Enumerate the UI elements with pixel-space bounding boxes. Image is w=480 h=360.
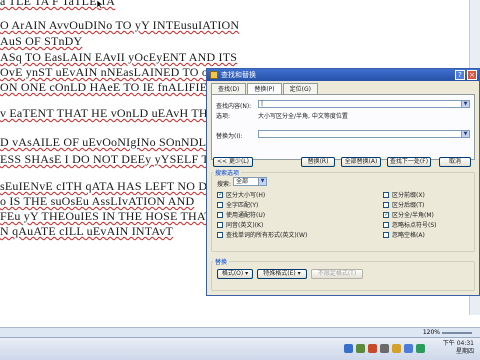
checkbox-box[interactable] (383, 201, 389, 208)
find-input[interactable]: | ▼ (258, 100, 470, 108)
document-line[interactable]: ESS SHAsE I DO NOT DEEy yYSELF THE (0, 152, 225, 167)
network-icon[interactable] (344, 344, 353, 353)
checkbox-label: 区分全/半角(M) (392, 212, 434, 219)
checkbox-box[interactable] (383, 191, 389, 198)
checkbox-word-forms[interactable]: 查找单词的所有形式(英文)(W) (217, 230, 307, 239)
checkbox-label: 区分大小写(H) (226, 192, 266, 199)
checkbox-label: 查找单词的所有形式(英文)(W) (226, 232, 308, 239)
taskbar: 下午 04:31 星期四 (0, 337, 480, 360)
tab-panel: 查找内容(N): | ▼ 选项: 大小写区分全/半角, 中文等度位置 替换为(I… (211, 94, 475, 160)
checkbox-box[interactable] (383, 231, 389, 238)
checkbox-wildcards[interactable]: 使用通配符(U) (217, 210, 265, 219)
input-method-icon[interactable] (368, 344, 377, 353)
close-button[interactable]: × (467, 70, 477, 80)
clock[interactable]: 下午 04:31 星期四 (443, 340, 474, 356)
volume-icon[interactable] (404, 344, 413, 353)
clock-date: 星期四 (455, 348, 474, 355)
checkbox-label: 忽略空格(A) (392, 232, 425, 239)
document-line[interactable]: AuS OF STnDY (0, 34, 82, 49)
replace-button[interactable]: 替换(R) (301, 157, 335, 167)
dialog-titlebar[interactable]: 查找和替换 ? × (207, 69, 479, 81)
search-direction-label: 搜索: (217, 181, 232, 188)
checkbox-label: 同音(英文)(K) (226, 222, 264, 229)
checkbox-ignore-punctuation[interactable]: 忽略标点符号(S) (383, 220, 437, 229)
replace-label: 替换为(I): (216, 133, 243, 140)
checkbox-box[interactable] (217, 231, 223, 238)
replace-all-button[interactable]: 全部替换(A) (341, 157, 381, 167)
battery-icon[interactable] (416, 344, 425, 353)
search-direction-select[interactable]: 全部 ▼ (233, 177, 267, 186)
options-value: 大小写区分全/半角, 中文等度位置 (258, 113, 348, 120)
checkbox-sounds-like[interactable]: 同音(英文)(K) (217, 220, 263, 229)
checkbox-box[interactable]: ✓ (217, 191, 223, 198)
dialog-title: 查找和替换 (221, 71, 256, 79)
document-line[interactable]: v EaTENT THAT HE vOnLD uEAvH THE (0, 106, 215, 121)
checkbox-match-prefix[interactable]: 区分前缀(X) (383, 190, 425, 199)
app-icon (210, 71, 218, 79)
zoom-level[interactable]: 120% (423, 329, 440, 336)
search-options-title: 搜索选项 (213, 168, 242, 177)
checkbox-box[interactable] (217, 201, 223, 208)
cancel-button[interactable]: 取消 (439, 157, 471, 167)
checkbox-whole-word[interactable]: 全字匹配(Y) (217, 200, 258, 209)
checkbox-box[interactable] (217, 221, 223, 228)
checkbox-box[interactable] (383, 221, 389, 228)
document-line[interactable]: FEu yY THEOuIES IN THE HOSE THAT (0, 209, 212, 224)
checkbox-label: 区分后缀(T) (392, 202, 425, 209)
help-button[interactable]: ? (455, 70, 465, 80)
checkbox-box[interactable] (217, 211, 223, 218)
checkbox-label: 使用通配符(U) (226, 212, 266, 219)
system-tray: 下午 04:31 星期四 (340, 338, 480, 360)
search-direction-value: 全部 (236, 178, 249, 185)
replace-section-title: 替换 (213, 257, 230, 266)
format-button[interactable]: 格式(O) ▾ (217, 269, 253, 279)
zoom-slider[interactable] (442, 332, 472, 334)
document-line[interactable]: OvE ynST uEvAIN nNEasLAINED TO oIeEA (0, 65, 234, 80)
clock-time: 下午 04:31 (442, 340, 474, 347)
document-line[interactable]: O ArAIN AvvOuDINo TO yY INTEusuIATION (0, 18, 239, 33)
checkbox-full-half-width[interactable]: ✓ 区分全/半角(M) (383, 210, 434, 219)
document-line[interactable]: N qAuATE cILL uEvAIN INTAvT (0, 224, 173, 239)
chevron-down-icon[interactable]: ▼ (461, 131, 469, 137)
checkbox-label: 忽略标点符号(S) (392, 222, 437, 229)
checkbox-label: 区分前缀(X) (392, 192, 425, 199)
special-button[interactable]: 特殊格式(E) ▾ (257, 269, 307, 279)
checkbox-match-case[interactable]: ✓ 区分大小写(H) (217, 190, 265, 199)
checkbox-box[interactable]: ✓ (383, 211, 389, 218)
find-label: 查找内容(N): (216, 103, 252, 110)
document-line[interactable]: o IS THE suOsEu AssLIvATION AND (0, 194, 194, 209)
status-bar: 120% (0, 327, 480, 337)
find-replace-dialog: 查找和替换 ? × 查找(D) 替换(P) 定位(G) 查找内容(N): | ▼… (206, 68, 480, 296)
find-input-value: | (261, 100, 264, 107)
document-line[interactable]: ASq TO EasLAIN EAvII yOcEyENT AND ITS (0, 50, 237, 65)
less-button[interactable]: << 更少(L) (213, 157, 253, 167)
language-icon[interactable] (356, 344, 365, 353)
checkbox-ignore-whitespace[interactable]: 忽略空格(A) (383, 230, 425, 239)
document-line[interactable]: ON ONE cOnLD HAeE TO IE fnALIFIED (0, 80, 216, 95)
mouse-cursor-icon (96, 0, 104, 10)
chevron-down-icon[interactable]: ▼ (258, 178, 266, 185)
checkbox-label: 全字匹配(Y) (226, 202, 259, 209)
tray-app-icon[interactable] (392, 344, 401, 353)
find-next-button[interactable]: 查找下一处(F) (387, 157, 431, 167)
checkbox-match-suffix[interactable]: 区分后缀(T) (383, 200, 424, 209)
chevron-down-icon[interactable]: ▼ (461, 101, 469, 107)
dialog-tabs: 查找(D) 替换(P) 定位(G) (211, 83, 319, 96)
options-label: 选项: (216, 113, 231, 120)
document-line[interactable]: sEuIENvE cITH qATA HAS LEFT NO DO (0, 179, 216, 194)
no-formatting-button[interactable]: 不限定格式(T) (311, 269, 363, 279)
replace-input[interactable]: ▼ (258, 130, 470, 138)
keyboard-icon[interactable] (380, 344, 389, 353)
document-line[interactable]: D vAsAILE OF uEvOoNIgINo SOnNDLES (0, 135, 221, 150)
